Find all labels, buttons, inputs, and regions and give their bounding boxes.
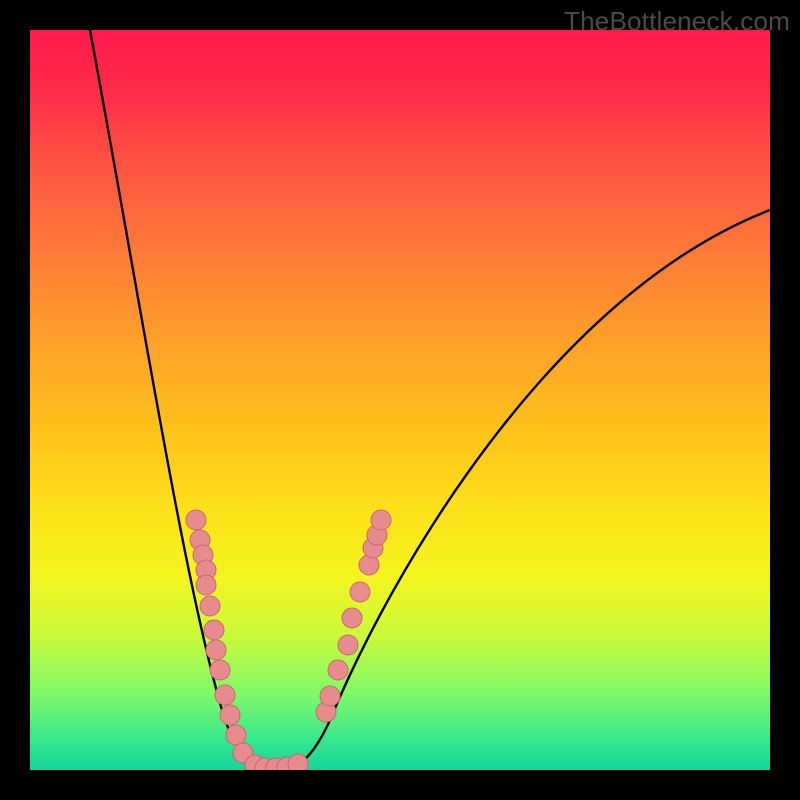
watermark-text: TheBottleneck.com (564, 6, 790, 37)
data-point (186, 510, 206, 530)
data-point (200, 596, 220, 616)
chart-plot-area (30, 30, 770, 770)
data-point (196, 575, 216, 595)
data-point (371, 510, 391, 530)
data-point (328, 660, 348, 680)
scatter-dots (186, 510, 391, 770)
bottleneck-curve (90, 30, 770, 770)
data-point (226, 725, 246, 745)
data-point (342, 608, 362, 628)
data-point (215, 685, 235, 705)
data-point (204, 620, 224, 640)
chart-svg (30, 30, 770, 770)
data-point (320, 686, 340, 706)
data-point (210, 660, 230, 680)
data-point (288, 754, 308, 770)
data-point (338, 635, 358, 655)
chart-frame: TheBottleneck.com (0, 0, 800, 800)
data-point (220, 705, 240, 725)
data-point (350, 582, 370, 602)
data-point (206, 640, 226, 660)
